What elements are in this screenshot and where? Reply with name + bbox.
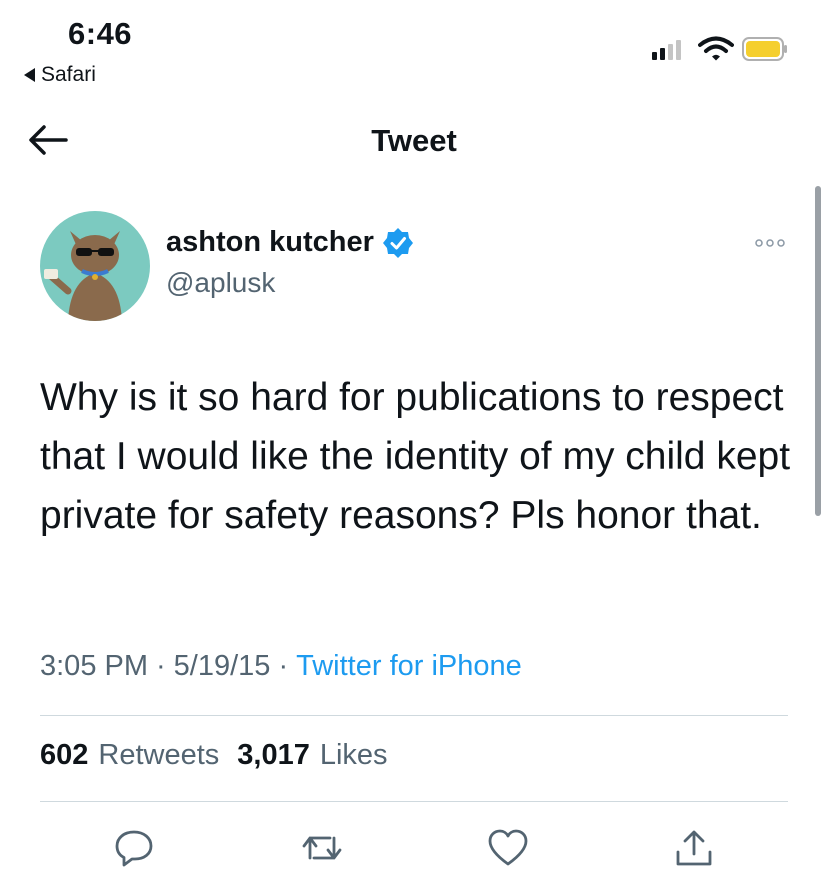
retweets-count[interactable]: 602 bbox=[40, 739, 88, 772]
meta-separator: · bbox=[278, 650, 289, 682]
verified-badge-icon bbox=[382, 227, 413, 258]
tweet-source-link[interactable]: Twitter for iPhone bbox=[296, 650, 522, 683]
likes-count[interactable]: 3,017 bbox=[237, 739, 310, 772]
tweet-text: Why is it so hard for publications to re… bbox=[40, 376, 791, 537]
back-triangle-icon bbox=[24, 68, 35, 82]
share-icon[interactable] bbox=[672, 826, 716, 870]
cartoon-cat-avatar-icon bbox=[40, 211, 150, 321]
wifi-icon bbox=[698, 36, 734, 61]
scrollbar[interactable] bbox=[815, 186, 821, 516]
author-name-text: ashton kutcher bbox=[166, 226, 374, 258]
back-to-safari-link[interactable]: Safari bbox=[24, 63, 96, 87]
more-options-icon[interactable] bbox=[754, 233, 786, 253]
tweet-stats: 602 Retweets 3,017 Likes bbox=[40, 739, 396, 772]
like-icon[interactable] bbox=[486, 826, 530, 870]
author-handle[interactable]: @aplusk bbox=[166, 267, 275, 299]
battery-icon bbox=[742, 37, 787, 61]
retweet-icon[interactable] bbox=[300, 826, 344, 870]
retweets-label[interactable]: Retweets bbox=[98, 739, 219, 772]
reply-icon[interactable] bbox=[112, 826, 156, 870]
status-time: 6:46 bbox=[68, 16, 133, 51]
back-app-label: Safari bbox=[41, 63, 96, 86]
tweet-meta: 3:05 PM · 5/19/15 · Twitter for iPhone bbox=[40, 650, 522, 683]
avatar[interactable] bbox=[40, 211, 150, 321]
page-title: Tweet bbox=[371, 123, 457, 158]
divider bbox=[40, 801, 788, 802]
author-name[interactable]: ashton kutcher bbox=[166, 226, 414, 259]
tweet-time: 3:05 PM bbox=[40, 650, 148, 682]
divider bbox=[40, 715, 788, 716]
tweet-date: 5/19/15 bbox=[173, 650, 271, 682]
cellular-signal-icon bbox=[652, 38, 681, 60]
meta-separator: · bbox=[156, 650, 166, 682]
likes-label[interactable]: Likes bbox=[320, 739, 388, 772]
